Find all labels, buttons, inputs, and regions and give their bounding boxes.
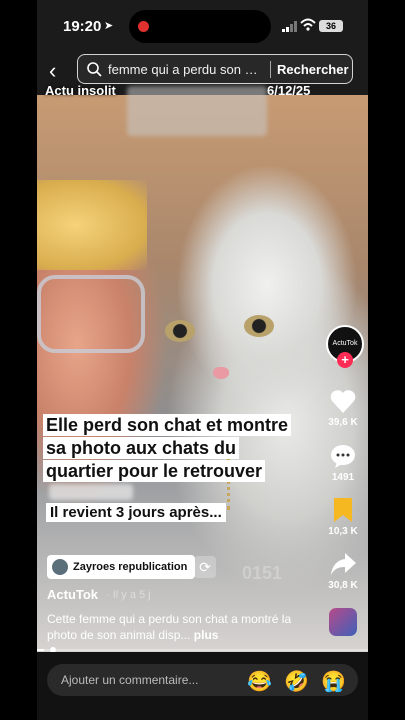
caption-line: sa photo aux chats du — [43, 437, 240, 459]
status-bar: 19:20 ➤ 36 — [37, 0, 368, 50]
cat-eye-right — [244, 315, 274, 337]
republication-label: Zayroes republication — [73, 561, 188, 573]
comment-button[interactable]: 1491 — [323, 443, 363, 483]
blurred-label — [49, 484, 133, 500]
video-caption: Elle perd son chat et montre sa photo au… — [43, 414, 292, 483]
battery-icon: 36 — [319, 20, 343, 32]
search-input[interactable]: femme qui a perdu son c... Rechercher — [77, 54, 353, 84]
save-button[interactable]: 10,3 K — [323, 497, 363, 537]
phone-screen: 19:20 ➤ 36 ‹ femme qui a perdu son c... … — [37, 0, 368, 720]
comment-input[interactable]: Ajouter un commentaire... 😂 🤣 😭 — [47, 664, 358, 696]
video-subcaption: Il revient 3 jours après... — [46, 503, 226, 522]
wifi-icon — [300, 18, 316, 31]
video-progress-bar[interactable] — [37, 647, 368, 653]
recording-dot-icon — [138, 21, 149, 32]
location-arrow-icon: ➤ — [104, 20, 114, 32]
music-disc-icon[interactable] — [329, 608, 357, 636]
share-button[interactable]: 30,8 K — [323, 551, 363, 591]
profile-label: ActuTok — [332, 340, 358, 347]
save-count: 10,3 K — [328, 526, 358, 537]
follow-plus-icon[interactable]: + — [337, 352, 353, 368]
post-description[interactable]: Cette femme qui a perdu son chat a montr… — [47, 611, 317, 643]
glasses-region — [37, 275, 145, 353]
like-count: 39,6 K — [328, 417, 358, 428]
search-row: ‹ femme qui a perdu son c... Rechercher — [37, 54, 368, 86]
comment-bubble-icon — [331, 445, 355, 468]
search-separator — [270, 61, 271, 78]
heart-icon — [330, 390, 356, 413]
search-button[interactable]: Rechercher — [277, 62, 349, 77]
blurred-region — [127, 86, 267, 136]
emoji-cry-icon[interactable]: 😭 — [321, 669, 346, 694]
search-icon — [87, 62, 102, 77]
description-text: Cette femme qui a perdu son chat a montr… — [47, 612, 292, 642]
video-overlay-account: Actu insolit — [45, 83, 116, 98]
like-button[interactable]: 39,6 K — [323, 388, 363, 428]
back-arrow-icon[interactable]: ‹ — [49, 58, 56, 84]
repost-icon[interactable]: ⟳ — [194, 556, 216, 578]
bookmark-icon — [334, 498, 352, 522]
video-overlay-date: 6/12/25 — [267, 83, 311, 98]
republication-chip[interactable]: Zayroes republication — [47, 555, 196, 579]
share-count: 30,8 K — [328, 580, 358, 591]
cat-eye-left — [165, 320, 195, 342]
author-name[interactable]: ActuTok — [47, 587, 98, 602]
video-watermark: 0151 — [242, 563, 283, 583]
avatar — [52, 559, 68, 575]
more-link[interactable]: plus — [194, 628, 219, 642]
progress-fill — [37, 649, 44, 651]
caption-line: quartier pour le retrouver — [43, 460, 266, 482]
search-query: femme qui a perdu son c... — [108, 62, 258, 77]
status-time: 19:20 — [63, 18, 102, 35]
cat-nose — [213, 367, 229, 379]
emoji-laugh-icon[interactable]: 😂 — [247, 669, 272, 694]
signal-icon — [282, 21, 297, 32]
caption-line: Elle perd son chat et montre — [43, 414, 292, 436]
comment-count: 1491 — [331, 472, 355, 483]
comment-placeholder: Ajouter un commentaire... — [61, 673, 199, 687]
emoji-rofl-icon[interactable]: 🤣 — [284, 669, 309, 694]
post-time: · Il y a 5 j — [106, 589, 151, 601]
hair-region — [37, 180, 147, 270]
comment-bar: Ajouter un commentaire... 😂 🤣 😭 — [37, 652, 368, 720]
dynamic-island — [129, 10, 271, 43]
share-arrow-icon — [331, 553, 356, 575]
